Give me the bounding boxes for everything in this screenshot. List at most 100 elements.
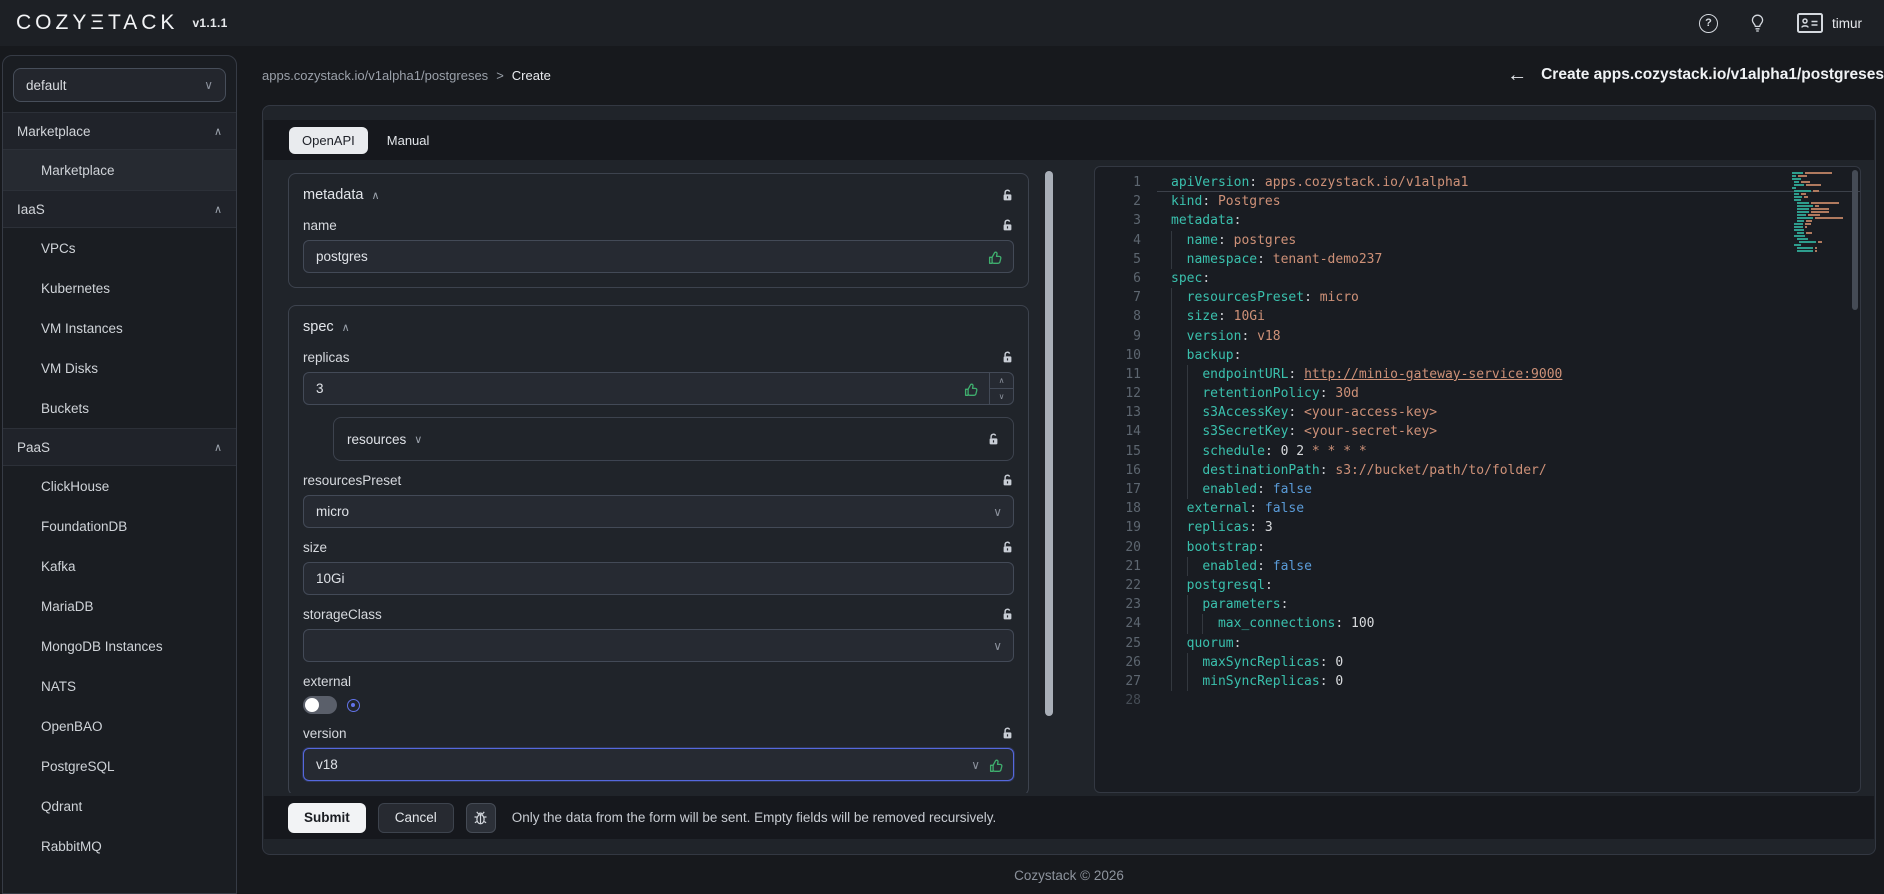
code-text[interactable]: parameters:: [1157, 595, 1860, 615]
code-text[interactable]: resourcesPreset: micro: [1157, 288, 1860, 308]
code-line[interactable]: 13 s3AccessKey: <your-access-key>: [1095, 403, 1860, 423]
select-version[interactable]: v18 ∨: [303, 748, 1014, 781]
code-text[interactable]: quorum:: [1157, 633, 1860, 653]
code-text[interactable]: s3SecretKey: <your-secret-key>: [1157, 422, 1860, 442]
yaml-editor[interactable]: 1 apiVersion: apps.cozystack.io/v1alpha1 2…: [1094, 166, 1861, 793]
input-replicas[interactable]: 3 ∧ ∨: [303, 372, 1014, 405]
code-text[interactable]: namespace: tenant-demo237: [1157, 249, 1860, 269]
code-text[interactable]: retentionPolicy: 30d: [1157, 384, 1860, 404]
code-text[interactable]: name: postgres: [1157, 230, 1860, 250]
sidebar-item-vm-disks[interactable]: VM Disks: [3, 348, 236, 388]
sidebar-item-clickhouse[interactable]: ClickHouse: [3, 466, 236, 506]
sidebar-group-iaas[interactable]: IaaS ∧: [3, 190, 236, 228]
url-link-token[interactable]: http://minio-gateway-service:9000: [1304, 367, 1562, 382]
field-lock[interactable]: [1001, 607, 1014, 621]
code-line[interactable]: 1 apiVersion: apps.cozystack.io/v1alpha1: [1095, 173, 1860, 193]
sidebar-item-kafka[interactable]: Kafka: [3, 546, 236, 586]
code-line[interactable]: 10 backup:: [1095, 345, 1860, 365]
sidebar-item-qdrant[interactable]: Qdrant: [3, 786, 236, 826]
code-text[interactable]: version: v18: [1157, 326, 1860, 346]
select-storageclass[interactable]: ∨: [303, 629, 1014, 662]
code-text[interactable]: bootstrap:: [1157, 537, 1860, 557]
sidebar-group-paas[interactable]: PaaS ∧: [3, 428, 236, 466]
toggle-external[interactable]: [303, 696, 337, 714]
spinner-down-button[interactable]: ∨: [990, 388, 1013, 404]
sidebar-item-openbao[interactable]: OpenBAO: [3, 706, 236, 746]
yaml-editor-content[interactable]: 1 apiVersion: apps.cozystack.io/v1alpha1 2…: [1095, 173, 1860, 792]
input-size[interactable]: 10Gi: [303, 562, 1014, 595]
spinner-up-button[interactable]: ∧: [990, 373, 1013, 388]
cancel-button[interactable]: Cancel: [377, 802, 454, 833]
code-line[interactable]: 6 spec:: [1095, 269, 1860, 288]
code-line[interactable]: 16 destinationPath: s3://bucket/path/to/…: [1095, 460, 1860, 480]
code-line[interactable]: 25 quorum:: [1095, 633, 1860, 653]
chevron-down-icon[interactable]: ∨: [993, 639, 1002, 653]
chevron-down-icon[interactable]: ∨: [993, 505, 1002, 519]
field-lock[interactable]: [1001, 540, 1014, 554]
field-lock[interactable]: [987, 432, 1000, 446]
help-icon[interactable]: ?: [1699, 13, 1718, 33]
code-line[interactable]: 14 s3SecretKey: <your-secret-key>: [1095, 422, 1860, 442]
code-line[interactable]: 11 endpointURL: http://minio-gateway-ser…: [1095, 364, 1860, 385]
code-line[interactable]: 2 kind: Postgres: [1095, 192, 1860, 211]
code-line[interactable]: 19 replicas: 3: [1095, 518, 1860, 538]
field-lock[interactable]: [1001, 350, 1014, 364]
sidebar-item-vm-instances[interactable]: VM Instances: [3, 308, 236, 348]
form-section-header[interactable]: spec ∧: [303, 316, 1014, 338]
form-scrollbar[interactable]: [1045, 169, 1053, 791]
code-line[interactable]: 3 metadata:: [1095, 211, 1860, 230]
code-text[interactable]: spec:: [1157, 269, 1860, 288]
form-group-resources[interactable]: resources ∨: [333, 417, 1014, 461]
code-line[interactable]: 8 size: 10Gi: [1095, 307, 1860, 327]
code-text[interactable]: schedule: 0 2 * * * *: [1157, 441, 1860, 461]
select-resourcespreset[interactable]: micro ∨: [303, 495, 1014, 528]
back-arrow-icon[interactable]: ←: [1507, 64, 1527, 87]
code-text[interactable]: kind: Postgres: [1157, 192, 1860, 211]
editor-scrollbar-thumb[interactable]: [1852, 170, 1858, 310]
tab-openapi[interactable]: OpenAPI: [289, 126, 368, 154]
sidebar-item-marketplace[interactable]: Marketplace: [3, 150, 236, 190]
reset-default-icon[interactable]: [347, 698, 360, 712]
code-line[interactable]: 7 resourcesPreset: micro: [1095, 288, 1860, 308]
tenant-selector[interactable]: default ∨: [13, 68, 226, 102]
field-lock[interactable]: [1001, 218, 1014, 232]
code-line[interactable]: 28: [1095, 691, 1860, 710]
code-text[interactable]: postgresql:: [1157, 575, 1860, 596]
code-line[interactable]: 17 enabled: false: [1095, 480, 1860, 500]
sidebar-item-mongodb-instances[interactable]: MongoDB Instances: [3, 626, 236, 666]
code-text[interactable]: metadata:: [1157, 211, 1860, 230]
code-line[interactable]: 18 external: false: [1095, 499, 1860, 519]
submit-button[interactable]: Submit: [288, 802, 366, 833]
debug-button[interactable]: [465, 802, 496, 833]
code-line[interactable]: 9 version: v18: [1095, 326, 1860, 346]
sidebar-item-kubernetes[interactable]: Kubernetes: [3, 268, 236, 308]
sidebar-group-marketplace[interactable]: Marketplace ∧: [3, 112, 236, 150]
sidebar-item-mariadb[interactable]: MariaDB: [3, 586, 236, 626]
code-line[interactable]: 24 max_connections: 100: [1095, 614, 1860, 634]
code-text[interactable]: maxSyncReplicas: 0: [1157, 652, 1860, 672]
code-line[interactable]: 23 parameters:: [1095, 595, 1860, 615]
code-line[interactable]: 27 minSyncReplicas: 0: [1095, 671, 1860, 692]
field-lock[interactable]: [1001, 726, 1014, 740]
code-text[interactable]: external: false: [1157, 499, 1860, 519]
code-text[interactable]: enabled: false: [1157, 480, 1860, 500]
breadcrumb-path-link[interactable]: apps.cozystack.io/v1alpha1/postgreses: [262, 68, 488, 83]
code-text[interactable]: s3AccessKey: <your-access-key>: [1157, 403, 1860, 423]
code-text[interactable]: size: 10Gi: [1157, 307, 1860, 327]
theme-lightbulb-icon[interactable]: [1750, 14, 1765, 33]
code-line[interactable]: 20 bootstrap:: [1095, 537, 1860, 557]
user-profile[interactable]: timur: [1797, 13, 1862, 33]
chevron-down-icon[interactable]: ∨: [971, 758, 980, 772]
field-lock[interactable]: [1001, 473, 1014, 487]
code-text[interactable]: [1157, 691, 1860, 710]
code-text[interactable]: apiVersion: apps.cozystack.io/v1alpha1: [1157, 173, 1860, 193]
sidebar-item-foundationdb[interactable]: FoundationDB: [3, 506, 236, 546]
sidebar-item-nats[interactable]: NATS: [3, 666, 236, 706]
tab-manual[interactable]: Manual: [374, 127, 443, 154]
code-line[interactable]: 26 maxSyncReplicas: 0: [1095, 652, 1860, 672]
code-line[interactable]: 15 schedule: 0 2 * * * *: [1095, 441, 1860, 461]
code-line[interactable]: 21 enabled: false: [1095, 556, 1860, 576]
editor-minimap[interactable]: [1792, 172, 1848, 256]
code-line[interactable]: 4 name: postgres: [1095, 230, 1860, 250]
code-text[interactable]: destinationPath: s3://bucket/path/to/fol…: [1157, 460, 1860, 480]
